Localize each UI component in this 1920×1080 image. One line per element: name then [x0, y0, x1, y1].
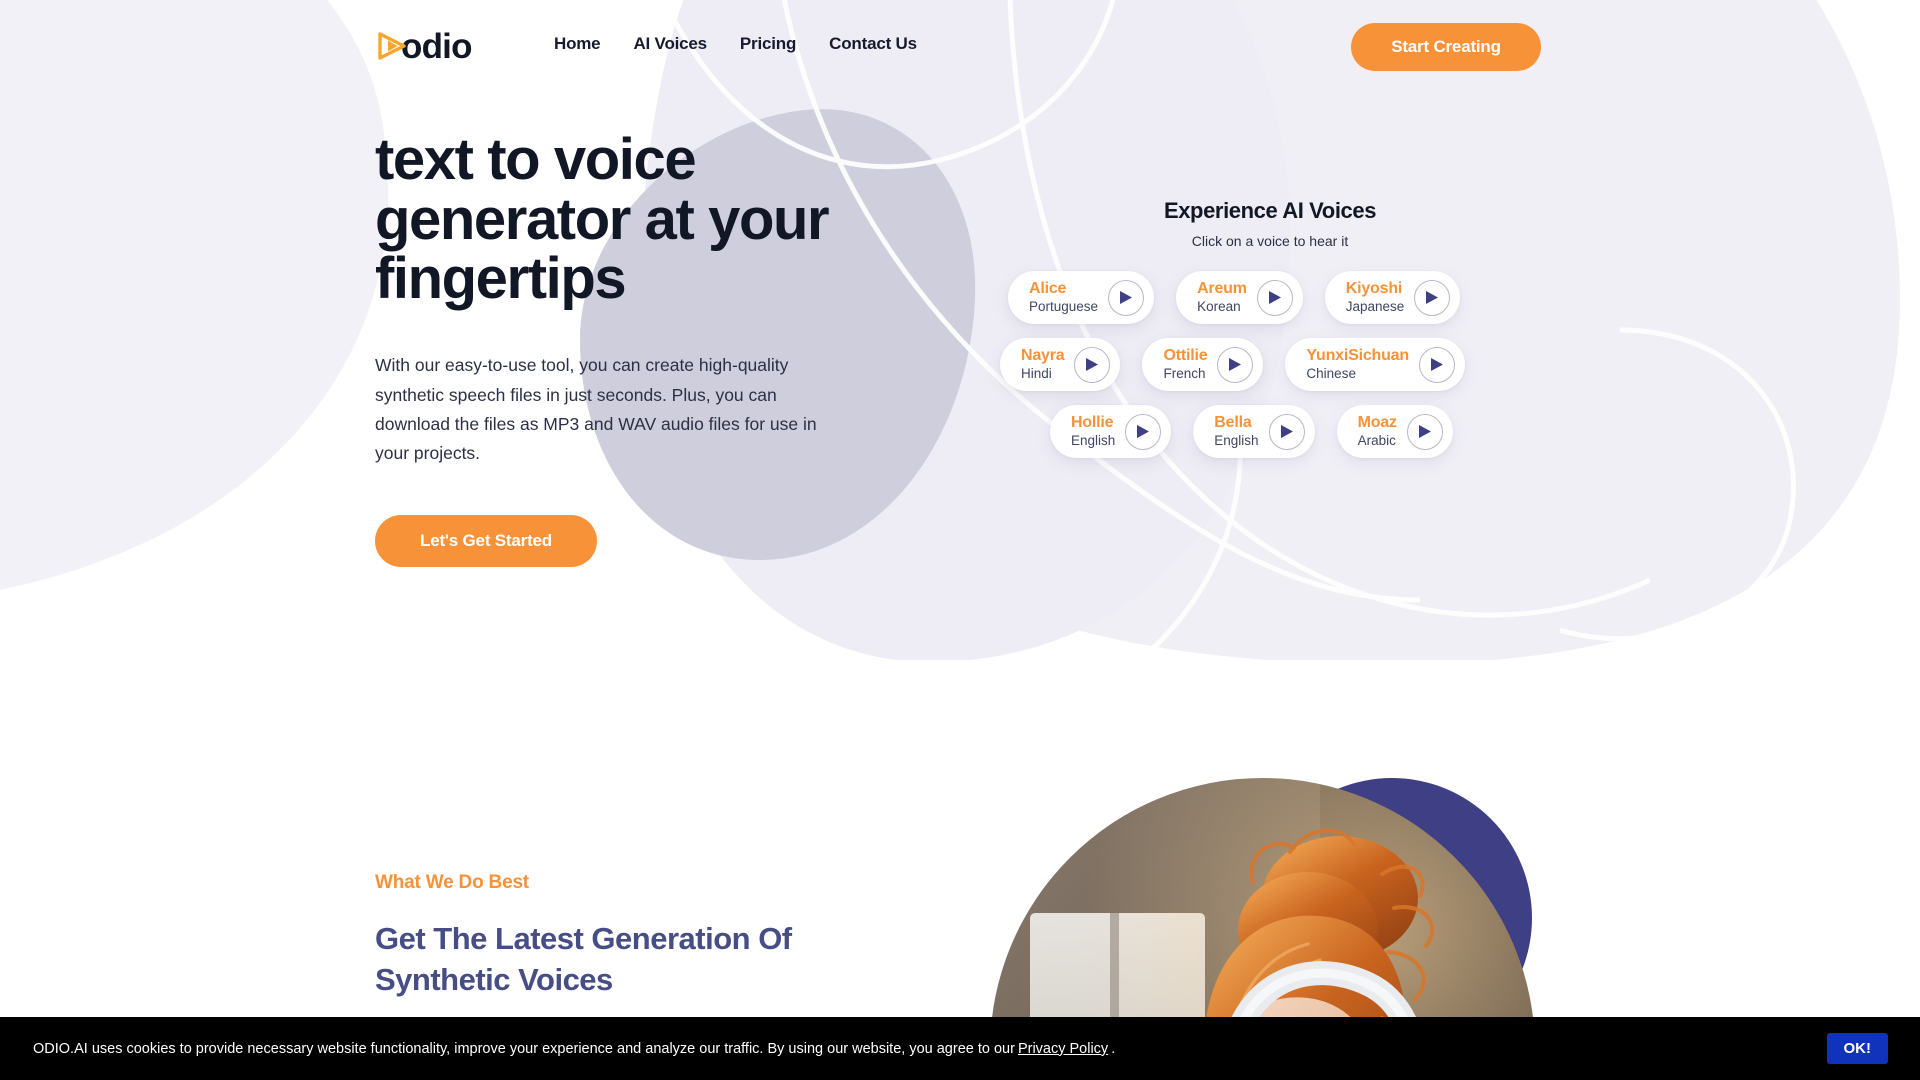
- voice-language: Korean: [1197, 299, 1241, 315]
- voice-chip-areum[interactable]: Areum Korean: [1176, 271, 1303, 324]
- privacy-policy-link[interactable]: Privacy Policy: [1018, 1041, 1108, 1057]
- voices-panel-hint: Click on a voice to hear it: [1191, 233, 1349, 249]
- voice-chip-kiyoshi[interactable]: Kiyoshi Japanese: [1324, 271, 1461, 324]
- voice-chip-moaz[interactable]: Moaz Arabic: [1336, 405, 1453, 458]
- logo-text: odio: [401, 26, 472, 66]
- voice-language: Hindi: [1021, 366, 1052, 382]
- nav-link-pricing[interactable]: Pricing: [740, 34, 796, 54]
- lets-get-started-button[interactable]: Let's Get Started: [375, 514, 597, 567]
- cookie-banner: ODIO.AI uses cookies to provide necessar…: [0, 1017, 1920, 1080]
- voice-name: Areum: [1197, 280, 1247, 298]
- voice-chip-yunxisichuan[interactable]: YunxiSichuan Chinese: [1285, 338, 1465, 391]
- voice-language: Chinese: [1306, 366, 1356, 382]
- voice-name: Nayra: [1021, 347, 1065, 365]
- features-text-block: What We Do Best Get The Latest Generatio…: [375, 872, 895, 1000]
- voice-chip-grid: Alice Portuguese Areum Korean Kiyoshi Ja…: [1000, 271, 1540, 458]
- hero-background: [0, 0, 1920, 660]
- cookie-text: ODIO.AI uses cookies to provide necessar…: [33, 1041, 1115, 1057]
- play-triangle-icon: [375, 29, 409, 63]
- play-icon[interactable]: [1414, 279, 1451, 316]
- voice-name: Kiyoshi: [1345, 280, 1403, 298]
- top-navigation: odio Home AI Voices Pricing Contact Us S…: [0, 0, 1920, 96]
- play-icon[interactable]: [1108, 279, 1145, 316]
- page-root: odio Home AI Voices Pricing Contact Us S…: [0, 0, 1920, 1080]
- voice-name: Alice: [1029, 280, 1067, 298]
- voice-chip-row: Hollie English Bella English Moaz Arabic: [1000, 405, 1540, 458]
- voice-name: Ottilie: [1163, 347, 1208, 365]
- nav-link-ai-voices[interactable]: AI Voices: [633, 34, 707, 54]
- nav-link-home[interactable]: Home: [554, 34, 601, 54]
- voice-language: English: [1214, 433, 1259, 449]
- hero-content: text to voice generator at your fingerti…: [375, 130, 905, 567]
- voice-chip-bella[interactable]: Bella English: [1193, 405, 1315, 458]
- start-creating-button[interactable]: Start Creating: [1351, 23, 1541, 71]
- features-eyebrow: What We Do Best: [375, 872, 529, 893]
- experience-ai-voices-panel: Experience AI Voices Click on a voice to…: [1000, 198, 1540, 472]
- voices-panel-title: Experience AI Voices: [1163, 198, 1377, 223]
- voice-name: Bella: [1214, 414, 1252, 432]
- play-icon[interactable]: [1256, 279, 1293, 316]
- voice-language: Portuguese: [1029, 299, 1099, 315]
- voice-language: French: [1163, 366, 1206, 382]
- play-icon[interactable]: [1406, 413, 1443, 450]
- play-icon[interactable]: [1418, 346, 1455, 383]
- hero-description: With our easy-to-use tool, you can creat…: [375, 355, 817, 464]
- features-title: Get The Latest Generation Of Synthetic V…: [375, 921, 792, 998]
- logo[interactable]: odio: [375, 24, 472, 68]
- voice-chip-row: Alice Portuguese Areum Korean Kiyoshi Ja…: [1000, 271, 1540, 324]
- play-icon[interactable]: [1268, 413, 1305, 450]
- nav-link-contact-us[interactable]: Contact Us: [829, 34, 917, 54]
- voice-language: Arabic: [1357, 433, 1396, 449]
- play-icon[interactable]: [1125, 413, 1162, 450]
- voice-name: Hollie: [1071, 414, 1114, 432]
- voice-language: English: [1071, 433, 1116, 449]
- nav-links: Home AI Voices Pricing Contact Us: [554, 34, 917, 54]
- voice-chip-nayra[interactable]: Nayra Hindi: [1000, 338, 1121, 391]
- voice-chip-ottilie[interactable]: Ottilie French: [1142, 338, 1264, 391]
- cookie-text-before: ODIO.AI uses cookies to provide necessar…: [33, 1040, 1015, 1057]
- voice-chip-alice[interactable]: Alice Portuguese: [1008, 271, 1155, 324]
- cookie-accept-button[interactable]: OK!: [1826, 1033, 1888, 1064]
- cookie-text-after: .: [1111, 1040, 1116, 1057]
- voice-chip-hollie[interactable]: Hollie English: [1050, 405, 1172, 458]
- voice-language: Japanese: [1345, 299, 1405, 315]
- voice-chip-row: Nayra Hindi Ottilie French YunxiSichuan …: [1000, 338, 1540, 391]
- play-icon[interactable]: [1217, 346, 1254, 383]
- voice-name: Moaz: [1357, 414, 1397, 432]
- play-icon[interactable]: [1074, 346, 1111, 383]
- hero-title: text to voice generator at your fingerti…: [375, 127, 830, 312]
- voice-name: YunxiSichuan: [1306, 347, 1409, 365]
